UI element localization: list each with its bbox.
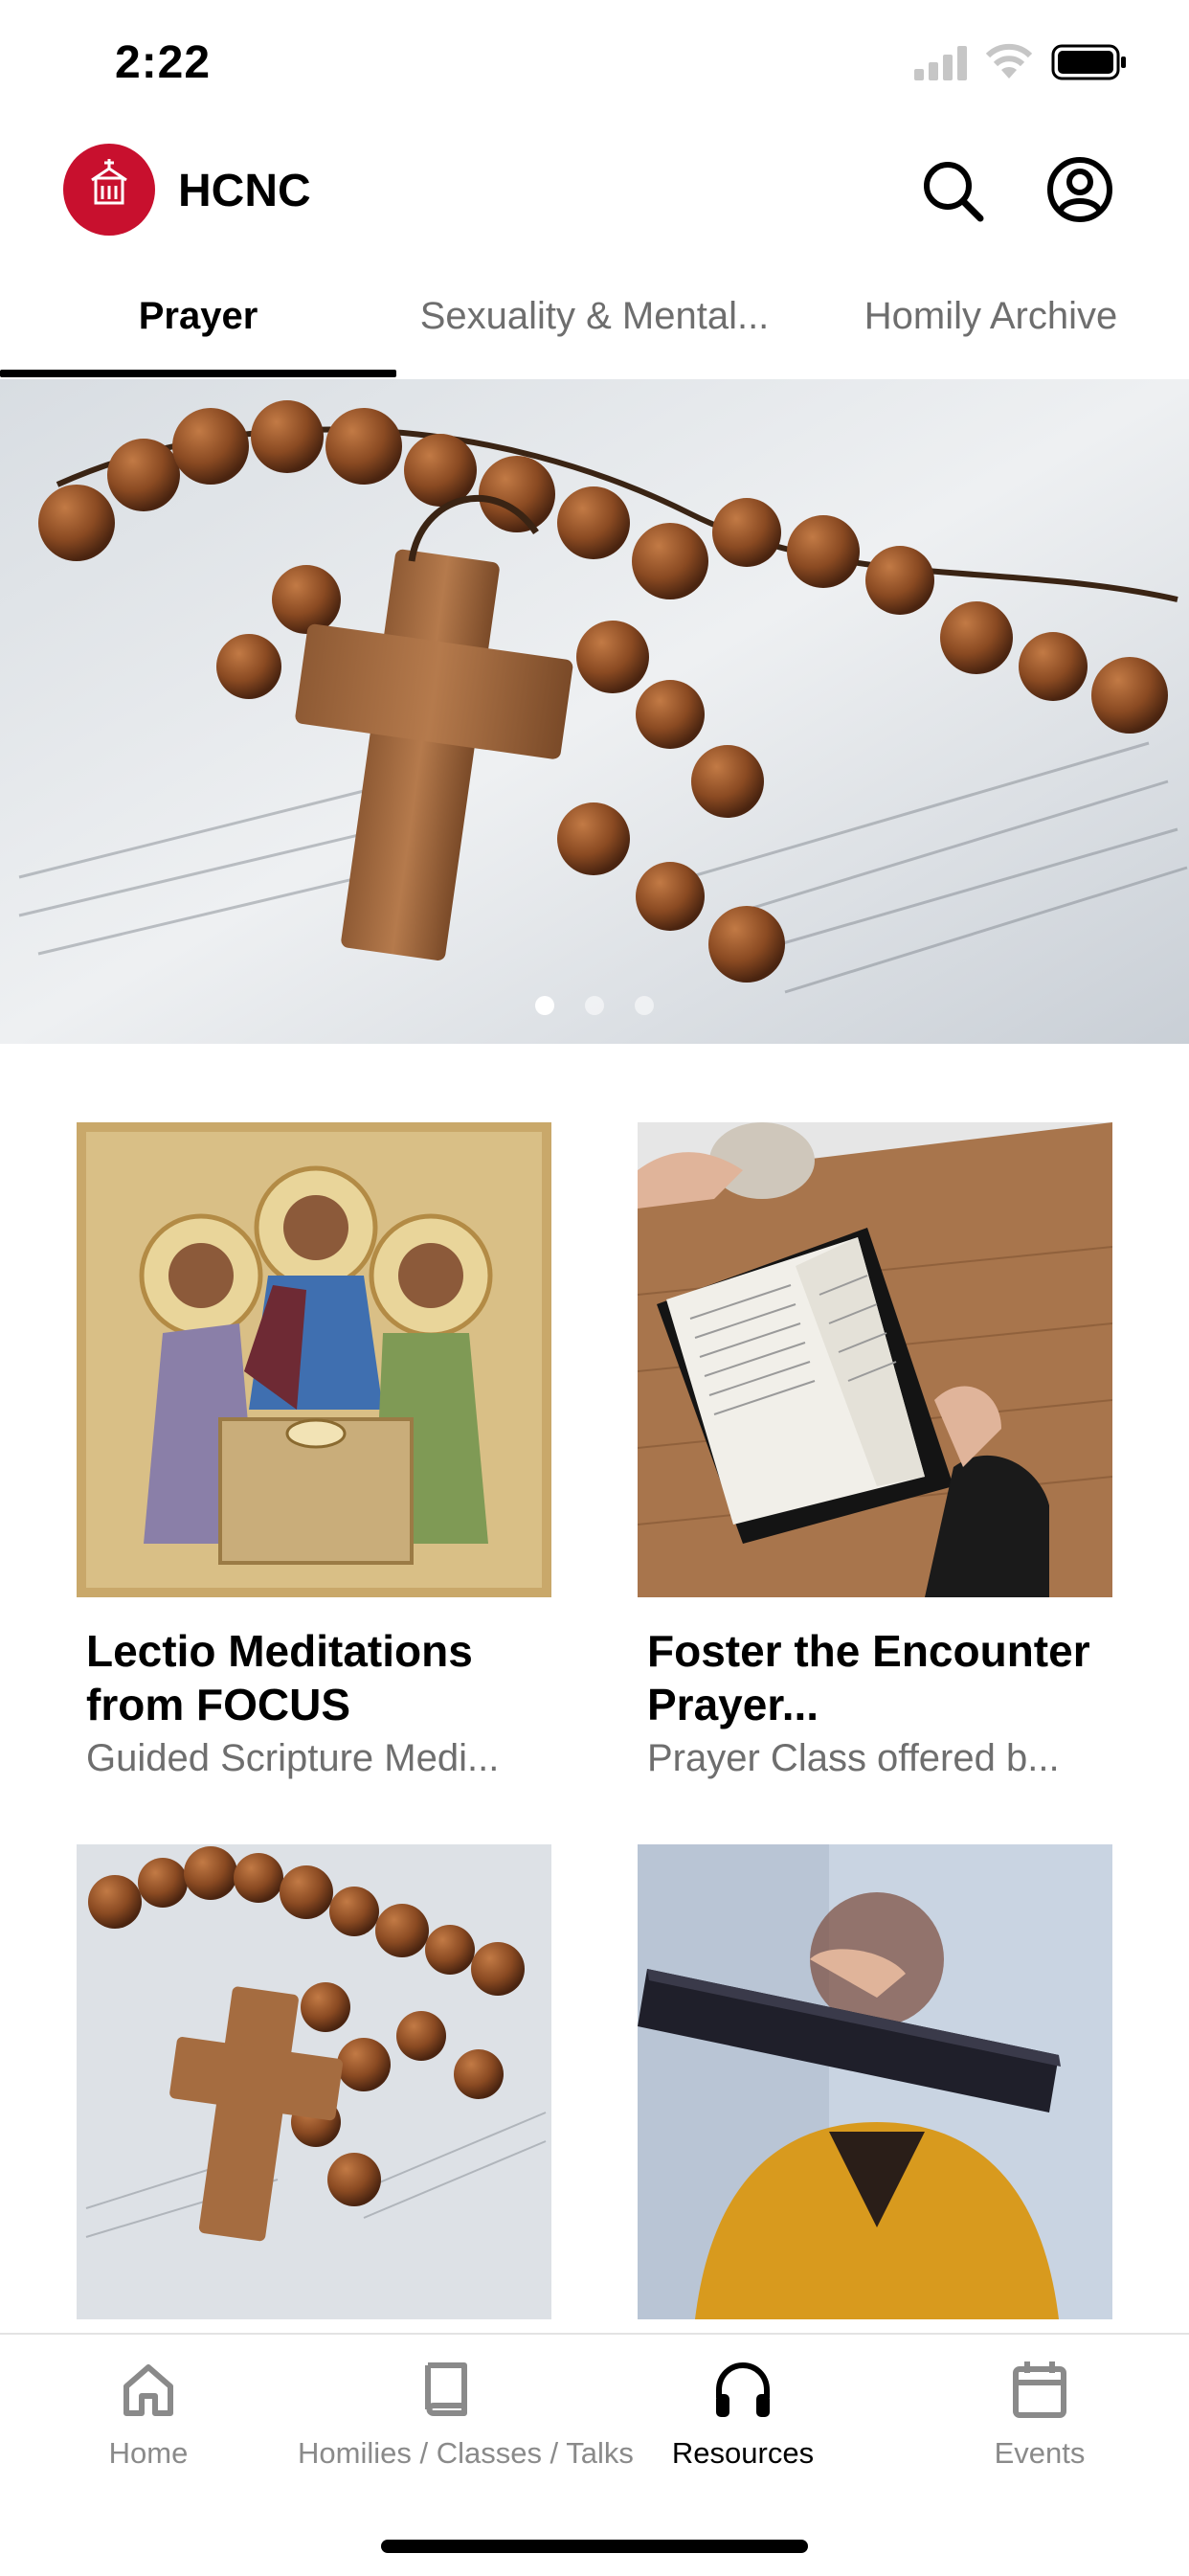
home-icon: [123, 2364, 173, 2416]
nav-label: Home: [108, 2436, 189, 2470]
search-icon: [924, 162, 984, 222]
card-image: [77, 1122, 551, 1597]
featured-carousel[interactable]: [0, 379, 1189, 1044]
active-tab-indicator: [0, 370, 396, 377]
card-image: [638, 1122, 1112, 1597]
carousel-pagination: [0, 996, 1189, 1020]
card-subtitle: Prayer Class offered b...: [647, 1737, 1060, 1779]
card-title: Lectio Meditations from FOCUS: [86, 1626, 473, 1729]
battery-icon: [1051, 44, 1126, 80]
tab-label: Sexuality & Mental...: [419, 295, 770, 337]
bottom-tab-bar: Home Homilies / Classes / Talks Resource…: [0, 2333, 1189, 2576]
nav-label: Resources: [671, 2436, 815, 2470]
card-subtitle: Guided Scripture Medi...: [86, 1737, 500, 1779]
trinity-icon-image: [77, 1122, 551, 1597]
rosary-image: [77, 1844, 551, 2319]
church-logo: [63, 144, 155, 236]
card-title: Foster the Encounter Prayer...: [647, 1626, 1090, 1729]
open-bible-image: [638, 1122, 1112, 1597]
resource-card-foster-encounter[interactable]: Foster the Encounter Prayer... Prayer Cl…: [638, 1122, 1112, 1785]
app-title: HCNC: [178, 166, 311, 216]
card-image: [77, 1844, 551, 2319]
status-bar: 2:22: [0, 0, 1189, 134]
resource-card-holy-bible[interactable]: [638, 1844, 1112, 2319]
resource-card-rosary[interactable]: [77, 1844, 551, 2319]
tab-label: Homily Archive: [864, 295, 1118, 337]
status-time: 2:22: [115, 37, 212, 88]
nav-label: Events: [994, 2436, 1086, 2470]
category-tabs: Prayer Sexuality & Mental... Homily Arch…: [0, 278, 1189, 379]
user-profile-icon: [1047, 157, 1112, 222]
book-icon: [425, 2362, 467, 2416]
home-indicator: [381, 2540, 808, 2553]
headphones-icon: [716, 2361, 770, 2417]
rosary-on-bible-image: [0, 379, 1189, 1044]
holy-bible-image: [638, 1844, 1112, 2319]
resource-card-lectio[interactable]: Lectio Meditations from FOCUS Guided Scr…: [77, 1122, 551, 1785]
pagination-dot[interactable]: [585, 996, 604, 1015]
tab-label: Prayer: [138, 295, 258, 337]
nav-label: Homilies / Classes / Talks: [298, 2436, 634, 2470]
calendar-icon: [1013, 2361, 1066, 2418]
account-button[interactable]: [1045, 155, 1114, 224]
nav-events[interactable]: Events: [891, 2356, 1188, 2471]
cellular-signal-icon: [914, 46, 967, 80]
tab-sexuality-mental[interactable]: Sexuality & Mental...: [396, 278, 793, 379]
card-image: [638, 1844, 1112, 2319]
pagination-dot-active[interactable]: [535, 996, 554, 1015]
tab-prayer[interactable]: Prayer: [0, 278, 396, 379]
nav-homilies-classes-talks[interactable]: Homilies / Classes / Talks: [298, 2356, 634, 2471]
search-button[interactable]: [919, 157, 986, 224]
tab-homily-archive[interactable]: Homily Archive: [793, 278, 1189, 379]
wifi-icon: [985, 43, 1033, 79]
app-header: HCNC: [0, 134, 1189, 278]
nav-home[interactable]: Home: [0, 2356, 297, 2471]
nav-resources[interactable]: Resources: [594, 2356, 891, 2471]
pagination-dot[interactable]: [635, 996, 654, 1015]
church-logo-icon: [91, 159, 127, 205]
